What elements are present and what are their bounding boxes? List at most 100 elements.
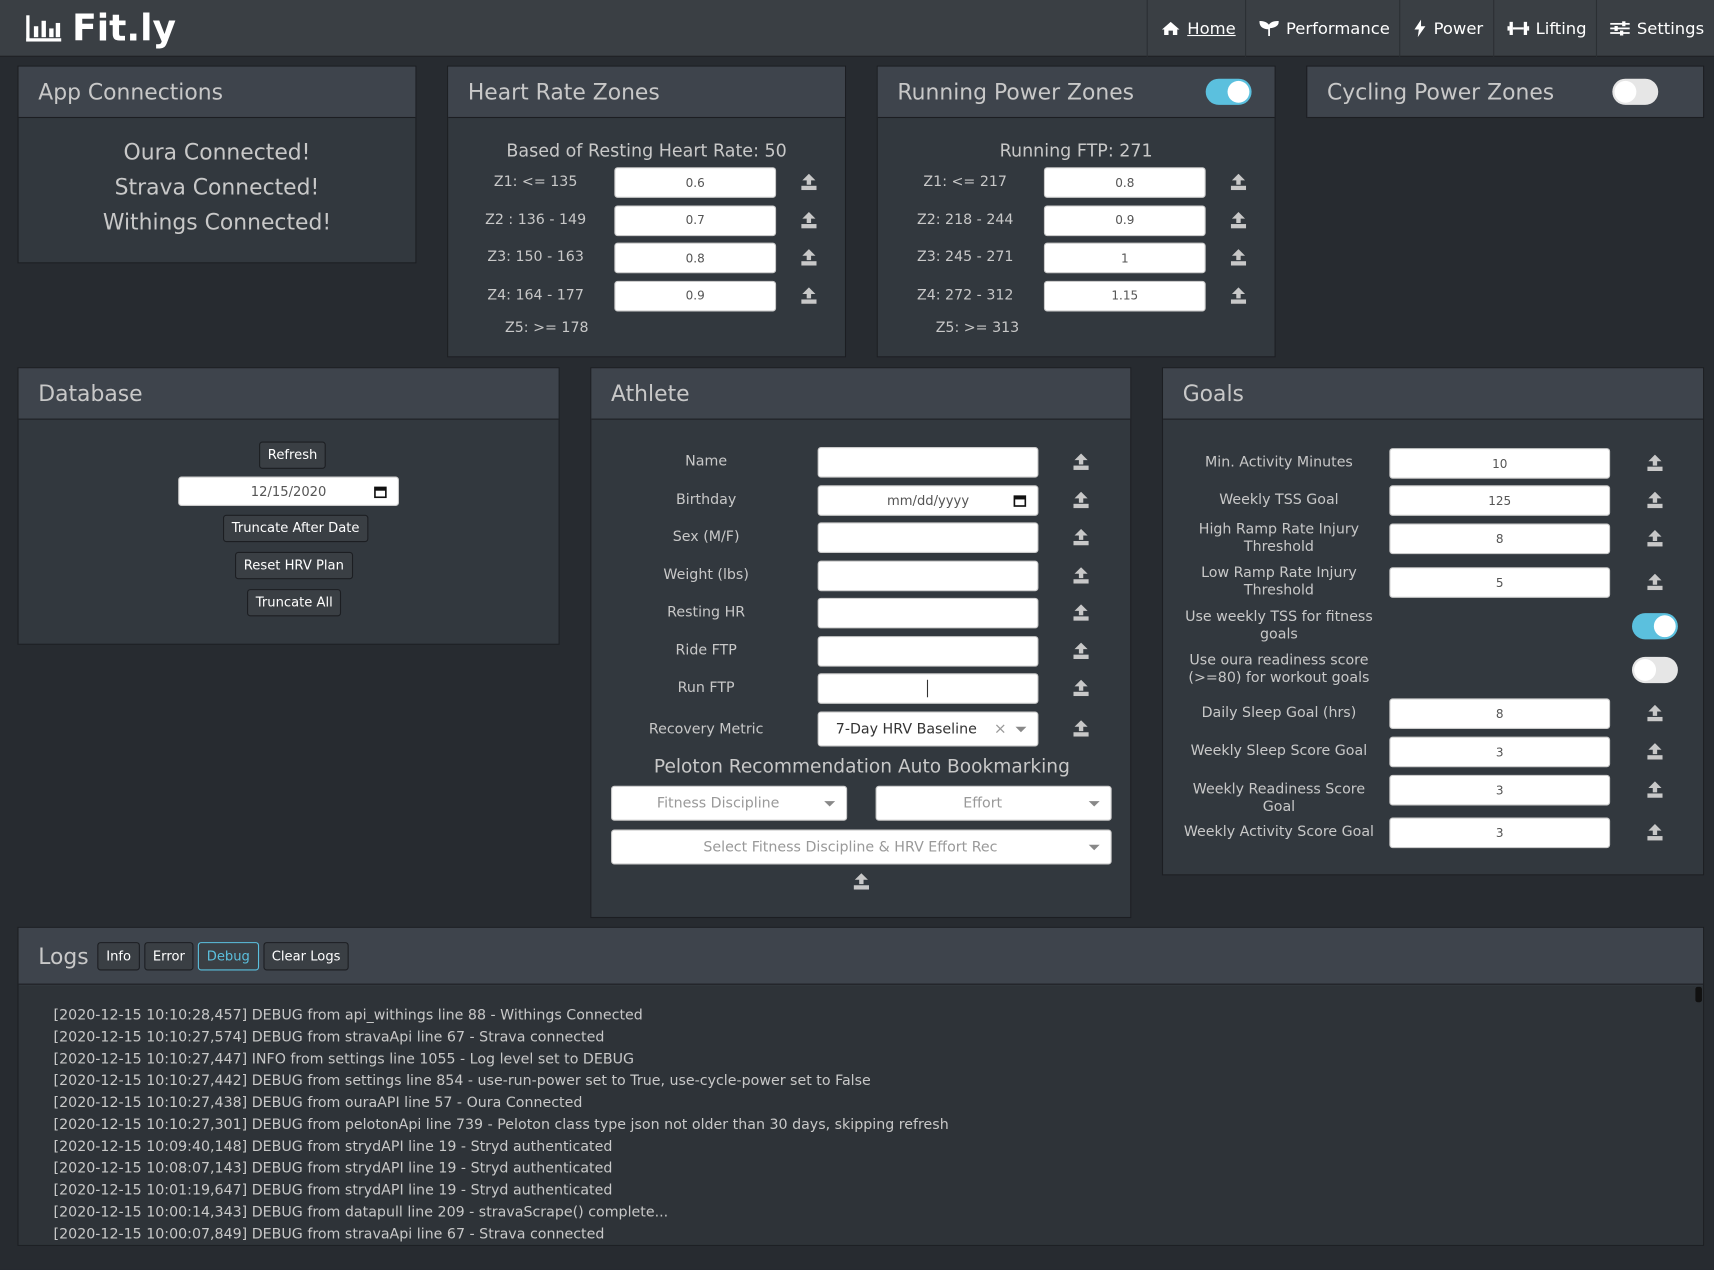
zone-value-input[interactable] <box>1043 167 1206 198</box>
logs-card: Logs Info Error Debug Clear Logs [2020-1… <box>17 926 1705 1246</box>
card-header: Running Power Zones <box>877 66 1275 119</box>
zone-row: Z3: 245 - 271 <box>878 242 1277 274</box>
goal-input[interactable] <box>1389 736 1611 768</box>
goal-input[interactable] <box>1389 485 1611 516</box>
scrollbar[interactable] <box>1695 986 1702 1003</box>
athlete-field-row: Ride FTP <box>591 635 1132 667</box>
card-title: App Connections <box>38 78 224 105</box>
goal-input[interactable] <box>1389 817 1611 849</box>
athlete-field-row: Resting HR <box>591 597 1132 629</box>
upload-icon[interactable] <box>1073 642 1089 659</box>
athlete-field-input[interactable] <box>817 635 1039 667</box>
log-line: [2020-12-15 10:10:27,574] DEBUG from str… <box>53 1029 605 1046</box>
upload-icon[interactable] <box>1647 491 1663 509</box>
nav-item-lifting[interactable]: Lifting <box>1493 0 1596 57</box>
reset-hrv-plan-button[interactable]: Reset HRV Plan <box>235 551 353 580</box>
card-header: Heart Rate Zones <box>448 66 845 119</box>
upload-icon[interactable] <box>801 249 817 266</box>
goal-input[interactable] <box>1389 774 1611 806</box>
upload-icon[interactable] <box>1647 454 1663 472</box>
upload-icon[interactable] <box>1073 679 1089 697</box>
zone-value-input[interactable] <box>1043 242 1206 274</box>
hrv-effort-rec-select[interactable]: Select Fitness Discipline & HRV Effort R… <box>611 829 1112 865</box>
upload-icon[interactable] <box>1647 781 1663 798</box>
zone-value-input[interactable] <box>1043 204 1206 236</box>
clear-logs-button[interactable]: Clear Logs <box>262 941 350 970</box>
goal-toggle[interactable] <box>1631 613 1678 640</box>
zone-5-label: Z5: >= 313 <box>935 320 1020 337</box>
running-power-toggle[interactable] <box>1205 78 1252 105</box>
upload-icon[interactable] <box>1073 604 1089 621</box>
field-label: Recovery Metric <box>648 720 764 738</box>
upload-icon[interactable] <box>1073 566 1089 584</box>
upload-icon[interactable] <box>1230 211 1247 228</box>
upload-icon[interactable] <box>1230 173 1247 191</box>
upload-icon[interactable] <box>1230 249 1247 266</box>
zone-label: Z3: 245 - 271 <box>916 249 1014 266</box>
athlete-field-input[interactable] <box>817 597 1039 629</box>
athlete-field-input[interactable] <box>817 522 1039 554</box>
upload-icon[interactable] <box>1073 491 1089 508</box>
calendar-icon[interactable] <box>1013 493 1027 507</box>
clear-icon[interactable]: × <box>994 720 1007 737</box>
upload-icon[interactable] <box>1073 453 1089 470</box>
recovery-metric-select[interactable]: 7-Day HRV Baseline × <box>817 711 1039 747</box>
date-input[interactable]: 12/15/2020 <box>178 476 399 507</box>
upload-icon[interactable] <box>801 286 817 304</box>
nav-item-power[interactable]: Power <box>1399 0 1493 57</box>
subtitle: Based of Resting Heart Rate: 50 <box>506 139 787 161</box>
upload-icon[interactable] <box>1230 286 1247 304</box>
birthday-input[interactable]: mm/dd/yyyy <box>817 484 1039 516</box>
goal-row: Weekly Sleep Score Goal <box>1163 736 1705 768</box>
effort-select[interactable]: Effort <box>875 785 1112 821</box>
upload-icon[interactable] <box>1647 704 1663 722</box>
refresh-button[interactable]: Refresh <box>259 441 327 469</box>
goal-input[interactable] <box>1389 567 1611 598</box>
goal-label: High Ramp Rate Injury Threshold <box>1198 521 1360 556</box>
error-filter-button[interactable]: Error <box>144 941 194 970</box>
goal-input[interactable] <box>1389 448 1611 479</box>
nav-item-settings[interactable]: Settings <box>1596 0 1714 57</box>
fitness-discipline-select[interactable]: Fitness Discipline <box>611 785 848 821</box>
upload-icon[interactable] <box>801 173 817 191</box>
goal-row: Weekly Readiness Score Goal <box>1163 774 1705 815</box>
cycling-power-toggle[interactable] <box>1612 78 1659 105</box>
bolt-icon <box>1415 19 1426 38</box>
upload-icon[interactable] <box>1647 824 1663 841</box>
info-filter-button[interactable]: Info <box>97 941 140 970</box>
athlete-field-input[interactable] <box>817 560 1039 591</box>
nav-item-home[interactable]: Home <box>1146 0 1246 57</box>
athlete-field-input[interactable] <box>817 446 1039 478</box>
upload-icon[interactable] <box>1647 530 1663 547</box>
chevron-down-icon <box>1015 726 1027 732</box>
upload-icon[interactable] <box>1073 720 1089 737</box>
goal-input[interactable] <box>1389 523 1611 555</box>
upload-icon[interactable] <box>1073 528 1089 546</box>
nav-item-performance[interactable]: Performance <box>1245 0 1400 57</box>
zone-value-input[interactable] <box>614 204 777 236</box>
zone-label: Z1: <= 217 <box>923 173 1007 191</box>
card-title: Database <box>38 380 143 407</box>
upload-icon[interactable] <box>1647 573 1663 591</box>
goal-toggle[interactable] <box>1631 656 1678 684</box>
zone-value-input[interactable] <box>614 280 777 311</box>
zone-value-input[interactable] <box>614 167 777 198</box>
brand-logo[interactable]: Fit.ly <box>24 7 176 49</box>
zone-value-input[interactable] <box>614 242 777 274</box>
truncate-after-date-button[interactable]: Truncate After Date <box>222 514 369 543</box>
goal-row: Min. Activity Minutes <box>1163 448 1705 479</box>
database-card: Database Refresh 12/15/2020 Truncate Aft… <box>17 367 560 645</box>
debug-filter-button[interactable]: Debug <box>197 941 259 970</box>
upload-icon[interactable] <box>1647 743 1663 760</box>
goal-row: Weekly TSS Goal <box>1163 485 1705 516</box>
goal-input[interactable] <box>1389 698 1611 729</box>
zone-value-input[interactable] <box>1043 280 1206 311</box>
calendar-icon[interactable] <box>374 485 387 498</box>
upload-icon[interactable] <box>801 211 817 228</box>
card-header: Database <box>18 368 559 420</box>
truncate-all-button[interactable]: Truncate All <box>247 589 342 617</box>
zone-row: Z1: <= 135 <box>448 167 847 198</box>
upload-icon[interactable] <box>853 873 870 890</box>
log-line: [2020-12-15 10:09:40,148] DEBUG from str… <box>53 1138 613 1156</box>
log-output[interactable]: [2020-12-15 10:10:28,457] DEBUG from api… <box>18 985 1704 1245</box>
